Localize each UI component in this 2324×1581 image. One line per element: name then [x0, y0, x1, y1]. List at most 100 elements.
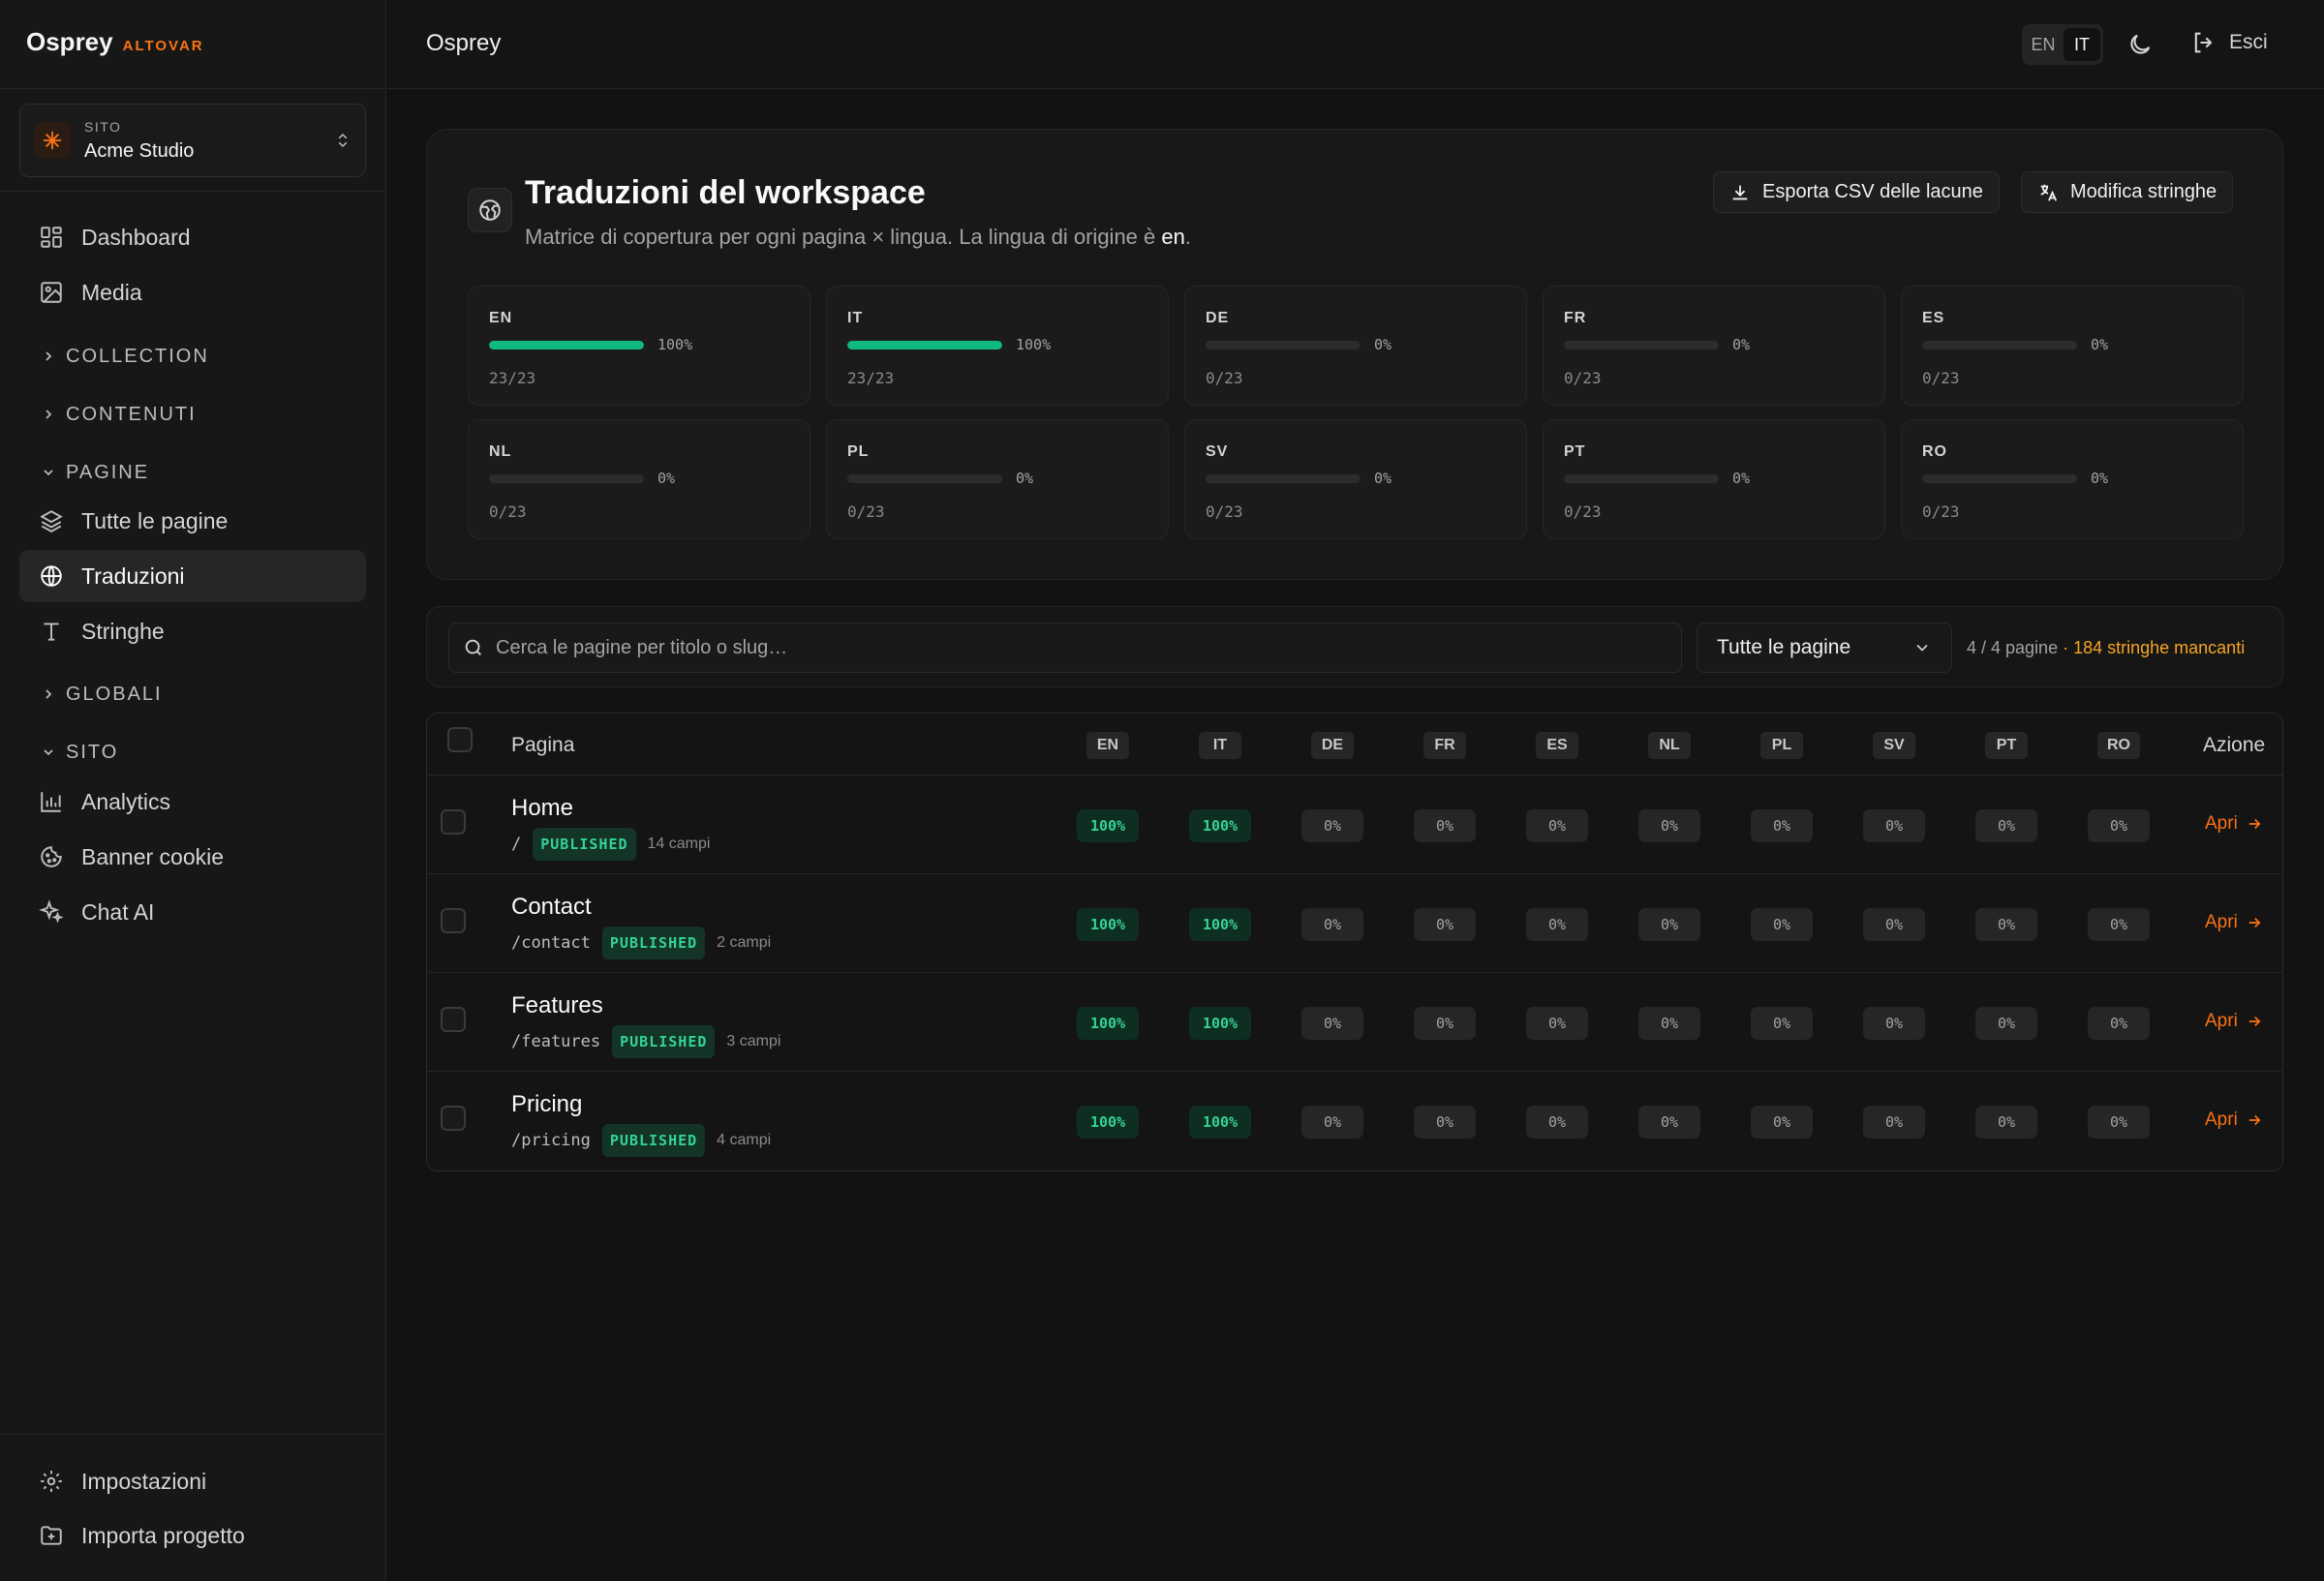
- sidebar-item-banner-cookie[interactable]: Banner cookie: [19, 831, 366, 883]
- coverage-cell-badge[interactable]: 0%: [1414, 908, 1476, 941]
- language-code: PL: [847, 443, 870, 460]
- row-checkbox[interactable]: [441, 908, 466, 933]
- coverage-cell-badge[interactable]: 0%: [1526, 1106, 1588, 1139]
- language-code: ES: [1922, 310, 1945, 326]
- coverage-cell-badge[interactable]: 0%: [1414, 1106, 1476, 1139]
- search-input[interactable]: [496, 636, 1681, 659]
- coverage-count: 0/23: [1922, 502, 1960, 521]
- coverage-cell-badge[interactable]: 0%: [1863, 809, 1925, 842]
- sidebar-group-sito[interactable]: SITO: [41, 738, 118, 767]
- coverage-cell-badge[interactable]: 100%: [1189, 1007, 1251, 1040]
- sidebar-item-impostazioni[interactable]: Impostazioni: [19, 1455, 366, 1507]
- coverage-cell-badge[interactable]: 0%: [2088, 1007, 2150, 1040]
- layers-icon: [40, 510, 63, 532]
- table-row: Pricing/pricing PUBLISHED 4 campi 100% 100% 0…: [427, 1073, 2282, 1171]
- sidebar-group-contenuti[interactable]: CONTENUTI: [41, 400, 197, 429]
- coverage-cell-badge[interactable]: 0%: [1301, 809, 1363, 842]
- coverage-cell-badge[interactable]: 100%: [1077, 908, 1139, 941]
- coverage-cell-badge[interactable]: 0%: [2088, 908, 2150, 941]
- coverage-cell-badge[interactable]: 100%: [1189, 809, 1251, 842]
- coverage-cell-badge[interactable]: 100%: [1189, 1106, 1251, 1139]
- coverage-cell-badge[interactable]: 100%: [1077, 1106, 1139, 1139]
- page-title-cell: Pricing: [511, 1091, 583, 1117]
- coverage-cell-badge[interactable]: 0%: [1638, 1007, 1700, 1040]
- moon-icon: [2130, 34, 2151, 54]
- coverage-percent: 0%: [1374, 470, 1392, 487]
- coverage-cell-badge[interactable]: 0%: [1751, 908, 1813, 941]
- coverage-cell-badge[interactable]: 100%: [1077, 809, 1139, 842]
- coverage-percent: 0%: [2091, 336, 2109, 353]
- sidebar-item-media[interactable]: Media: [19, 266, 366, 319]
- logout-button[interactable]: Esci: [2190, 29, 2268, 56]
- coverage-cell-badge[interactable]: 0%: [1751, 1106, 1813, 1139]
- column-language-header: DE: [1311, 732, 1354, 759]
- coverage-cell-badge[interactable]: 0%: [1526, 1007, 1588, 1040]
- coverage-cell-badge[interactable]: 0%: [1975, 1106, 2037, 1139]
- lang-en-button[interactable]: EN: [2025, 28, 2062, 61]
- coverage-percent: 0%: [1732, 336, 1751, 353]
- coverage-cell-badge[interactable]: 0%: [1301, 1106, 1363, 1139]
- coverage-cell-badge[interactable]: 0%: [1301, 908, 1363, 941]
- lang-it-button[interactable]: IT: [2064, 28, 2100, 61]
- coverage-cell-badge[interactable]: 0%: [1975, 908, 2037, 941]
- theme-toggle-button[interactable]: [2126, 31, 2154, 58]
- divider: [0, 1434, 386, 1435]
- site-label: SITO: [84, 118, 122, 135]
- field-count: 2 campi: [717, 934, 772, 951]
- row-checkbox[interactable]: [441, 1007, 466, 1032]
- coverage-cell-badge[interactable]: 0%: [1301, 1007, 1363, 1040]
- coverage-cell-badge[interactable]: 0%: [2088, 1106, 2150, 1139]
- coverage-cell-badge[interactable]: 0%: [1975, 809, 2037, 842]
- coverage-cell-badge[interactable]: 0%: [1863, 1007, 1925, 1040]
- column-language-header: PL: [1760, 732, 1803, 759]
- chevron-down-icon: [1916, 644, 1928, 652]
- sidebar-group-collection[interactable]: COLLECTION: [41, 342, 209, 371]
- page-filter-select[interactable]: Tutte le pagine: [1697, 623, 1952, 673]
- coverage-cell-badge[interactable]: 0%: [2088, 809, 2150, 842]
- page-slug: /: [511, 835, 522, 854]
- sidebar-item-importa-progetto[interactable]: Importa progetto: [19, 1509, 366, 1562]
- status-badge: PUBLISHED: [533, 828, 636, 861]
- coverage-cell-badge[interactable]: 100%: [1077, 1007, 1139, 1040]
- page-title: Osprey: [426, 30, 502, 56]
- language-toggle: EN IT: [2022, 24, 2103, 65]
- coverage-cell-badge[interactable]: 0%: [1638, 1106, 1700, 1139]
- sidebar-item-traduzioni[interactable]: Traduzioni: [19, 550, 366, 602]
- open-page-link[interactable]: Apri: [2205, 1011, 2263, 1032]
- coverage-cell-badge[interactable]: 100%: [1189, 908, 1251, 941]
- coverage-cell-badge[interactable]: 0%: [1638, 908, 1700, 941]
- chevron-down-icon: [44, 470, 53, 476]
- coverage-cell-badge[interactable]: 0%: [1751, 809, 1813, 842]
- sidebar-item-chat-ai[interactable]: Chat AI: [19, 886, 366, 938]
- select-all-checkbox[interactable]: [447, 727, 473, 752]
- export-csv-button[interactable]: Esporta CSV delle lacune: [1713, 171, 2000, 213]
- sidebar-group-globali[interactable]: GLOBALI: [41, 680, 163, 709]
- sidebar-item-tutte-le-pagine[interactable]: Tutte le pagine: [19, 495, 366, 547]
- row-checkbox[interactable]: [441, 1106, 466, 1131]
- coverage-cell-badge[interactable]: 0%: [1526, 908, 1588, 941]
- coverage-progress-bar: [847, 341, 1002, 350]
- sidebar-item-label: Banner cookie: [81, 843, 225, 869]
- open-link-label: Apri: [2205, 912, 2238, 932]
- coverage-cell-badge[interactable]: 0%: [1975, 1007, 2037, 1040]
- sidebar-group-pagine[interactable]: PAGINE: [41, 458, 149, 487]
- sidebar-item-stringhe[interactable]: Stringhe: [19, 605, 366, 657]
- edit-strings-button[interactable]: Modifica stringhe: [2021, 171, 2234, 213]
- row-checkbox[interactable]: [441, 809, 466, 835]
- coverage-cell-badge[interactable]: 0%: [1751, 1007, 1813, 1040]
- site-switcher[interactable]: SITO Acme Studio: [19, 104, 366, 177]
- open-page-link[interactable]: Apri: [2205, 912, 2263, 933]
- coverage-cell-badge[interactable]: 0%: [1414, 1007, 1476, 1040]
- open-page-link[interactable]: Apri: [2205, 1110, 2263, 1131]
- coverage-cell-badge[interactable]: 0%: [1863, 1106, 1925, 1139]
- coverage-cell-badge[interactable]: 0%: [1863, 908, 1925, 941]
- open-page-link[interactable]: Apri: [2205, 813, 2263, 835]
- source-language: en: [1161, 225, 1185, 249]
- coverage-cell-badge[interactable]: 0%: [1414, 809, 1476, 842]
- language-coverage-card: SV 0% 0/23: [1184, 419, 1527, 539]
- chevron-right-icon: [46, 689, 52, 699]
- coverage-cell-badge[interactable]: 0%: [1526, 809, 1588, 842]
- coverage-cell-badge[interactable]: 0%: [1638, 809, 1700, 842]
- sidebar-item-analytics[interactable]: Analytics: [19, 775, 366, 828]
- sidebar-item-dashboard[interactable]: Dashboard: [19, 211, 366, 263]
